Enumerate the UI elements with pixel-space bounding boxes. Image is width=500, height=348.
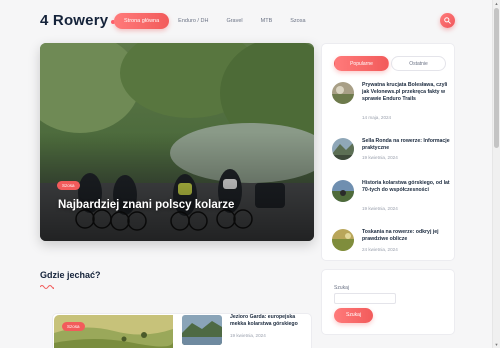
- nav-item-szosa[interactable]: Szosa: [281, 13, 314, 29]
- post-title[interactable]: Sella Ronda na rowerze: Informacje prakt…: [362, 138, 450, 152]
- post-title[interactable]: Jezioro Garda: europejska mekka kolarstw…: [230, 314, 312, 328]
- header-search-button[interactable]: [440, 13, 455, 28]
- search-label: Szukaj: [334, 285, 350, 291]
- nav-item-mtb[interactable]: MTB: [252, 13, 282, 29]
- site-header: 4 Rowery Strona główna Enduro / DH Grave…: [0, 0, 500, 42]
- hero-post[interactable]: Szosa Najbardziej znani polscy kolarze: [40, 43, 314, 241]
- site-logo[interactable]: 4 Rowery: [40, 12, 116, 29]
- nav-item-enduro[interactable]: Enduro / DH: [169, 13, 217, 29]
- post-card-image[interactable]: [54, 315, 173, 348]
- scroll-up-icon[interactable]: ▲: [494, 1, 499, 6]
- sidebar-search-widget: Szukaj Szukaj: [321, 269, 455, 335]
- hero-category-badge[interactable]: Szosa: [57, 181, 80, 190]
- hero-title[interactable]: Najbardziej znani polscy kolarze: [58, 199, 234, 211]
- post-title[interactable]: Prywatna krucjata Bolesława, czyli jak V…: [362, 82, 450, 102]
- post-title[interactable]: Historia kolarstwa górskiego, od lat 70-…: [362, 180, 450, 194]
- post-date: 14 maja, 2024: [362, 115, 392, 120]
- post-thumbnail[interactable]: [332, 138, 354, 160]
- post-title[interactable]: Toskania na rowerze: odkryj jej prawdziw…: [362, 229, 450, 243]
- post-date: 19 kwietnia, 2024: [362, 155, 398, 160]
- main-nav: Strona główna Enduro / DH Gravel MTB Szo…: [114, 13, 315, 29]
- search-input[interactable]: [334, 293, 396, 304]
- post-date: 24 kwietnia, 2024: [362, 247, 398, 252]
- sidebar-tabs: Popularne Ostatnie: [334, 56, 448, 71]
- post-thumbnail[interactable]: [332, 229, 354, 251]
- post-date: 19 kwietnia, 2024: [230, 333, 266, 338]
- nav-item-home[interactable]: Strona główna: [114, 13, 170, 29]
- post-date: 19 kwietnia, 2024: [362, 206, 398, 211]
- scroll-thumb[interactable]: [494, 8, 499, 148]
- post-thumbnail[interactable]: [182, 315, 222, 345]
- logo-text: 4 Rowery: [40, 12, 109, 29]
- search-submit-button[interactable]: Szukaj: [334, 308, 373, 323]
- scroll-down-icon[interactable]: ▼: [494, 342, 499, 347]
- post-category-badge[interactable]: Szosa: [62, 322, 85, 331]
- tab-popular[interactable]: Popularne: [334, 56, 389, 71]
- sidebar-posts-widget: Popularne Ostatnie Prywatna krucjata Bol…: [321, 43, 455, 261]
- post-thumbnail[interactable]: [332, 180, 354, 202]
- wave-divider-icon: [40, 285, 54, 289]
- search-icon: [444, 17, 451, 24]
- post-card: Szosa Jezioro Garda: europejska mekka ko…: [52, 313, 312, 348]
- nav-item-gravel[interactable]: Gravel: [217, 13, 251, 29]
- post-thumbnail[interactable]: [332, 82, 354, 104]
- tab-recent[interactable]: Ostatnie: [391, 56, 446, 71]
- page-scrollbar[interactable]: ▲ ▼: [492, 0, 500, 348]
- hero-image: [40, 43, 314, 241]
- section-title: Gdzie jechać?: [40, 270, 101, 280]
